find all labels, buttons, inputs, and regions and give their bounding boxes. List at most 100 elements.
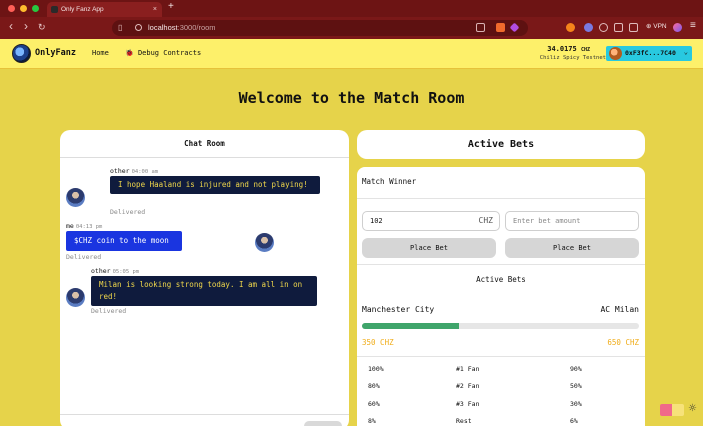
vpn-label: VPN <box>653 23 667 30</box>
back-icon[interactable]: ‹ <box>9 19 13 33</box>
market-title: Match Winner <box>362 177 417 186</box>
message-sender: me 04:13 pm <box>66 222 102 230</box>
chat-message-bubble: $CHZ coin to the moon <box>66 231 182 251</box>
active-bets-header: Active Bets <box>357 130 645 159</box>
bug-icon: 🐞 <box>125 49 134 57</box>
maximize-window-icon[interactable] <box>32 5 39 12</box>
bet-card: Match Winner 102 CHZ Enter bet amount Pl… <box>357 167 645 426</box>
message-status: Delivered <box>110 208 146 216</box>
debug-overlay-icon[interactable] <box>660 404 684 416</box>
wallet-icon[interactable] <box>629 23 638 32</box>
divider <box>357 264 645 265</box>
table-cell: 8% <box>368 417 376 425</box>
bet-amount-input-away[interactable]: Enter bet amount <box>505 211 639 231</box>
send-button[interactable] <box>304 421 342 426</box>
chat-input-area[interactable] <box>60 414 349 415</box>
reload-icon[interactable]: ↻ <box>38 22 46 33</box>
message-time: 04:13 pm <box>75 224 103 230</box>
table-cell: 100% <box>368 365 384 373</box>
message-sender: other 05:05 pm <box>91 267 139 275</box>
url-host: localhost <box>148 23 178 32</box>
bookmark-icon[interactable]: ▯ <box>118 23 122 32</box>
extension-puzzle-icon[interactable] <box>599 23 608 32</box>
table-cell: Rest <box>456 417 472 425</box>
browser-tab-bar: Only Fanz App × + <box>0 0 703 17</box>
forward-icon[interactable]: › <box>24 19 28 33</box>
sender-name: other <box>91 267 111 275</box>
close-window-icon[interactable] <box>8 5 15 12</box>
message-status: Delivered <box>66 253 102 261</box>
amount-away: 650 CHZ <box>607 338 639 347</box>
nav-home-link[interactable]: Home <box>92 49 109 57</box>
table-cell: #3 Fan <box>456 400 480 408</box>
sender-name: me <box>66 222 74 230</box>
address-bar[interactable]: ▯ localhost:3000/room <box>112 20 528 36</box>
message-sender: other 04:00 am <box>110 167 158 175</box>
share-icon[interactable] <box>476 23 485 32</box>
message-status: Delivered <box>91 307 127 315</box>
avatar <box>66 188 85 207</box>
new-tab-icon[interactable]: + <box>168 1 174 12</box>
divider <box>357 198 645 199</box>
wallet-balance: 34.0175 CHZ <box>547 45 590 53</box>
menu-icon[interactable]: ≡ <box>690 20 696 31</box>
table-cell: 50% <box>570 382 582 390</box>
message-time: 04:00 am <box>131 169 159 175</box>
site-info-icon[interactable] <box>135 24 142 31</box>
chevron-down-icon: ⌄ <box>683 48 688 56</box>
browser-tab[interactable]: Only Fanz App × <box>47 2 162 17</box>
leo-ai-icon[interactable] <box>673 23 682 32</box>
table-cell: #1 Fan <box>456 365 480 373</box>
team-away-name: AC Milan <box>600 305 639 314</box>
table-cell: 6% <box>570 417 578 425</box>
browser-toolbar: ‹ › ↻ ▯ localhost:3000/room ⊕ VPN ≡ <box>0 17 703 39</box>
bet-amount-unit: CHZ <box>478 216 493 225</box>
amount-home: 350 CHZ <box>362 338 394 347</box>
balance-value: 34.0175 <box>547 45 577 53</box>
wallet-account-button[interactable]: 0xF3fC...7C40 ⌄ <box>606 46 692 61</box>
page-title: Welcome to the Match Room <box>238 89 465 107</box>
nav-debug-label: Debug Contracts <box>137 49 202 57</box>
bet-amount-input-home[interactable]: 102 CHZ <box>362 211 500 231</box>
balance-unit: CHZ <box>580 47 590 53</box>
wallet-address: 0xF3fC...7C40 <box>625 49 676 57</box>
bet-share-fill <box>362 323 459 329</box>
sender-name: other <box>110 167 130 175</box>
chat-room-title: Chat Room <box>60 130 349 158</box>
divider <box>357 356 645 357</box>
table-cell: 60% <box>368 400 380 408</box>
chat-message-bubble: Milan is looking strong today. I am all … <box>91 276 317 306</box>
brand-name[interactable]: OnlyFanz <box>35 48 76 58</box>
nav-debug-link[interactable]: 🐞 Debug Contracts <box>125 49 201 57</box>
bet-share-bar <box>362 323 639 329</box>
brave-shield-icon[interactable] <box>496 23 505 32</box>
url-path: :3000/room <box>177 23 216 32</box>
network-name: Chiliz Spicy Testnet <box>539 55 606 61</box>
place-bet-button-away[interactable]: Place Bet <box>505 238 639 258</box>
active-bets-subheader: Active Bets <box>476 275 526 284</box>
sidebar-icon[interactable] <box>614 23 623 32</box>
vpn-button[interactable]: ⊕ VPN <box>646 22 667 30</box>
message-time: 05:05 pm <box>112 269 140 275</box>
bet-amount-value: 102 <box>370 217 383 225</box>
table-cell: 30% <box>570 400 582 408</box>
table-cell: 90% <box>570 365 582 373</box>
account-avatar <box>609 47 622 60</box>
tab-close-icon[interactable]: × <box>153 2 157 17</box>
table-cell: 80% <box>368 382 380 390</box>
avatar <box>66 288 85 307</box>
chat-message-bubble: I hope Haaland is injured and not playin… <box>110 176 320 194</box>
tab-title: Only Fanz App <box>61 6 104 13</box>
rewards-icon[interactable] <box>509 22 520 33</box>
chat-room-card: Chat Room other 04:00 am I hope Haaland i… <box>60 130 349 426</box>
brand-logo-icon[interactable] <box>12 44 31 63</box>
extension-wallet-icon[interactable] <box>584 23 593 32</box>
extension-fox-icon[interactable] <box>566 23 575 32</box>
avatar <box>255 233 274 252</box>
place-bet-button-home[interactable]: Place Bet <box>362 238 496 258</box>
team-home-name: Manchester City <box>362 305 435 314</box>
url-text[interactable]: localhost:3000/room <box>148 23 216 32</box>
tab-favicon-icon <box>51 6 58 13</box>
theme-toggle-icon[interactable]: ☼ <box>688 403 697 414</box>
minimize-window-icon[interactable] <box>20 5 27 12</box>
